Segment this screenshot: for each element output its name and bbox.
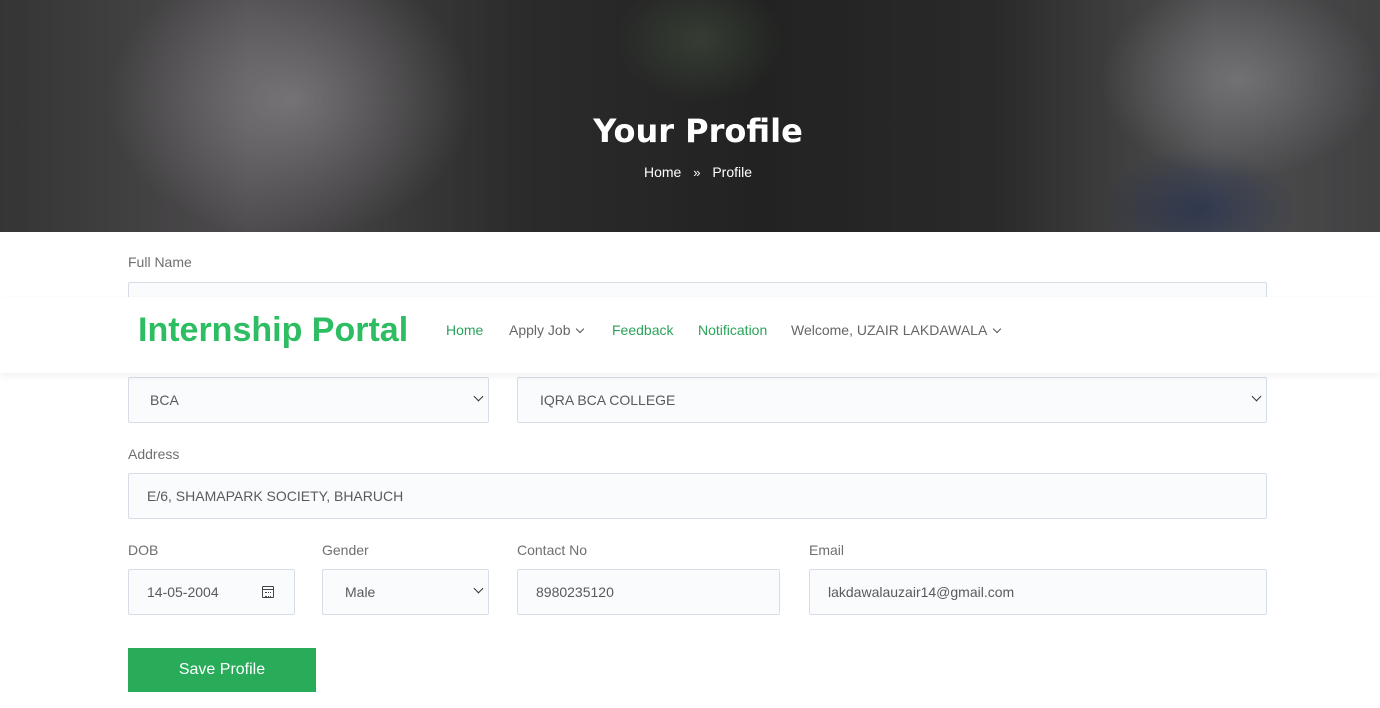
email-input[interactable]: lakdawalauzair14@gmail.com [809, 569, 1267, 615]
nav-apply-job-label: Apply Job [509, 322, 571, 338]
chevron-down-icon [993, 324, 1002, 334]
course-select[interactable]: BCA [128, 377, 489, 423]
college-select-value: IQRA BCA COLLEGE [540, 392, 676, 408]
nav-user-menu[interactable]: Welcome, UZAIR LAKDAWALA [791, 322, 1002, 338]
breadcrumb: Home » Profile [0, 163, 1380, 180]
chevron-down-icon [576, 324, 585, 334]
email-label: Email [809, 542, 845, 558]
dob-input[interactable]: 14-05-2004 [128, 569, 295, 615]
save-profile-button[interactable]: Save Profile [128, 648, 316, 692]
nav-notification[interactable]: Notification [698, 322, 767, 338]
full-name-label: Full Name [128, 254, 192, 270]
gender-select-value: Male [345, 584, 376, 600]
double-chevron-right-icon: » [693, 164, 701, 180]
nav-home[interactable]: Home [446, 322, 483, 338]
course-select-value: BCA [150, 392, 179, 408]
hero-banner: Your Profile Home » Profile [0, 0, 1380, 232]
dob-label: DOB [128, 542, 159, 558]
breadcrumb-current: Profile [712, 164, 753, 181]
address-label: Address [128, 446, 180, 462]
address-input[interactable]: E/6, SHAMAPARK SOCIETY, BHARUCH [128, 473, 1267, 519]
nav-apply-job[interactable]: Apply Job [509, 322, 585, 338]
nav-user-menu-label: Welcome, UZAIR LAKDAWALA [791, 322, 988, 338]
gender-select[interactable]: Male [322, 569, 489, 615]
chevron-down-icon [1251, 391, 1262, 402]
breadcrumb-home-link[interactable]: Home [644, 164, 681, 180]
contact-label: Contact No [517, 542, 588, 558]
dob-value: 14-05-2004 [147, 584, 219, 600]
calendar-icon[interactable] [262, 586, 274, 598]
page-title: Your Profile [593, 112, 803, 150]
contact-input[interactable]: 8980235120 [517, 569, 780, 615]
gender-label: Gender [322, 542, 369, 558]
navbar: Internship Portal Home Apply Job Feedbac… [0, 297, 1380, 373]
brand-logo[interactable]: Internship Portal [138, 311, 408, 350]
college-select[interactable]: IQRA BCA COLLEGE [517, 377, 1267, 423]
chevron-down-icon [473, 583, 484, 594]
nav-feedback[interactable]: Feedback [612, 322, 673, 338]
chevron-down-icon [473, 391, 484, 402]
